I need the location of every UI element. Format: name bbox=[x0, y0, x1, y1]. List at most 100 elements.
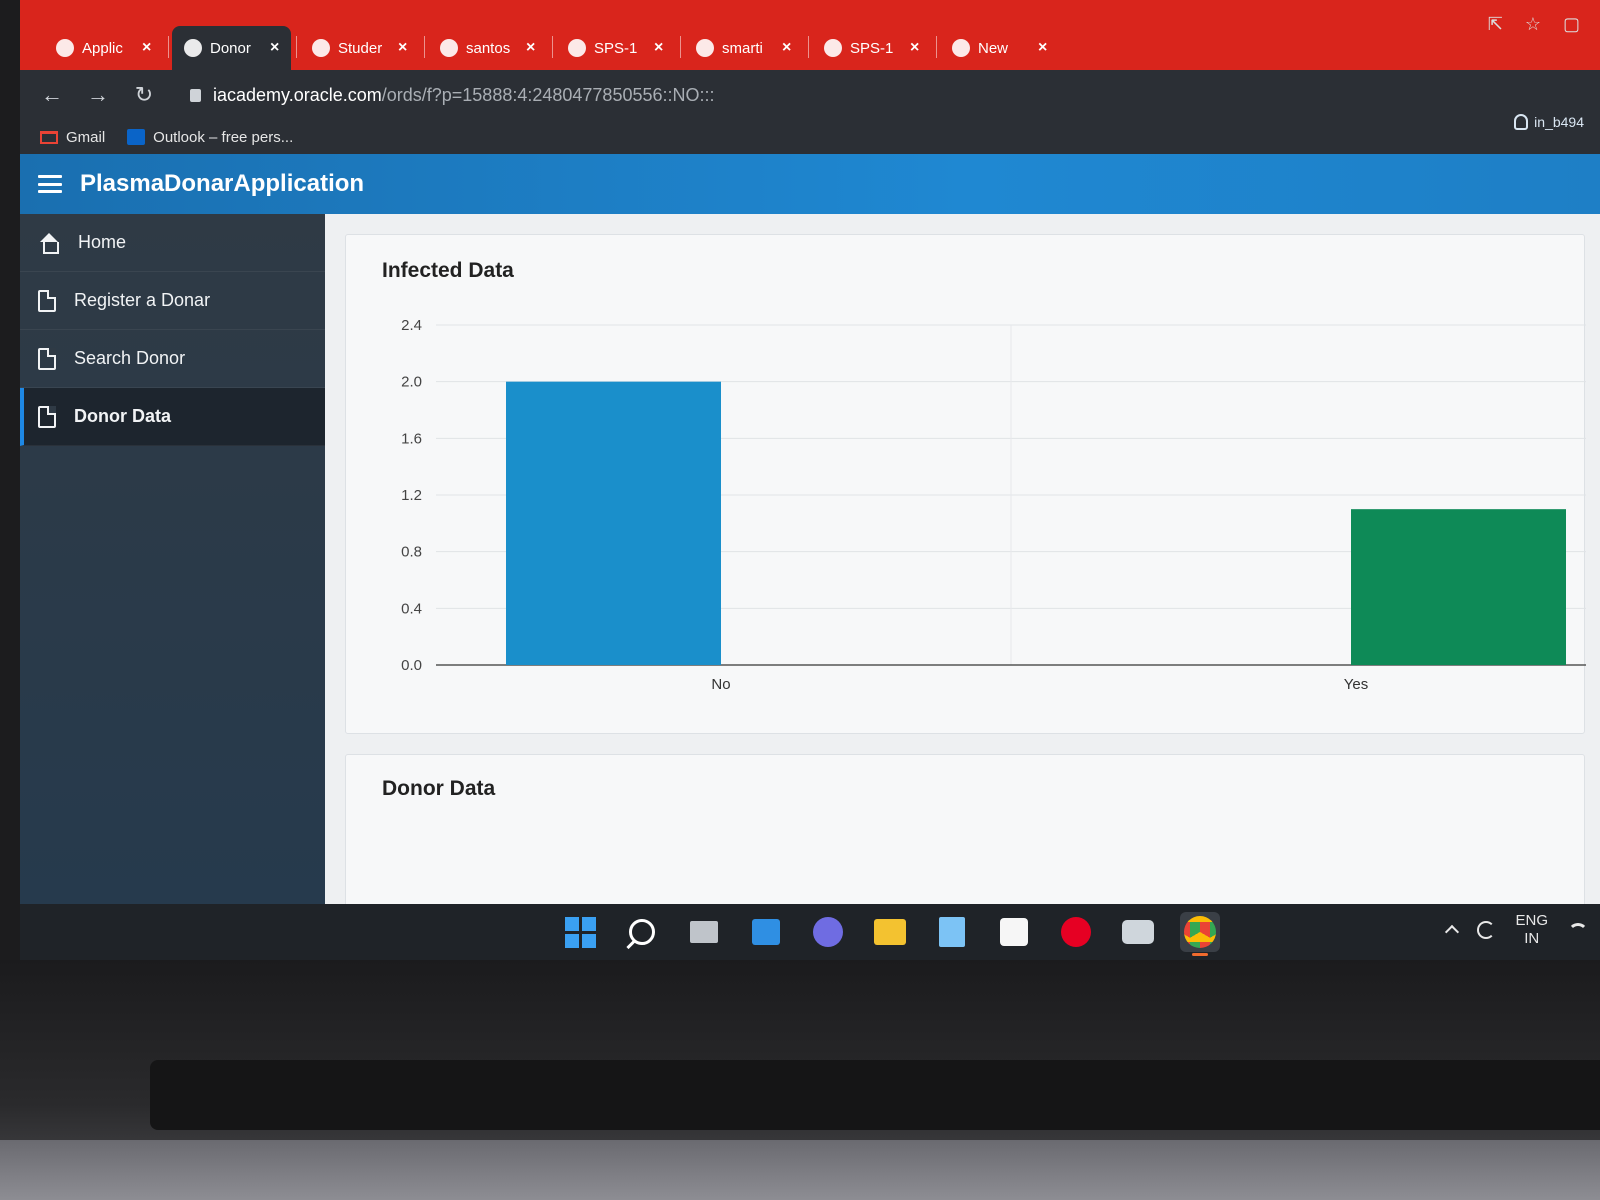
bookmark-label: Gmail bbox=[66, 128, 106, 146]
browser-tab[interactable]: Applic × bbox=[44, 26, 163, 70]
bookmark-outlook[interactable]: Outlook – free pers... bbox=[127, 129, 293, 146]
camera-icon bbox=[1122, 920, 1154, 944]
close-icon[interactable]: × bbox=[398, 39, 407, 57]
chevron-up-icon[interactable] bbox=[1445, 924, 1460, 940]
browser-tab[interactable]: New × bbox=[940, 26, 1059, 70]
outlook-icon bbox=[127, 129, 146, 145]
y-tick-label: 2.0 bbox=[401, 374, 422, 391]
chrome-icon bbox=[1184, 916, 1216, 948]
bar-yes bbox=[1351, 509, 1566, 665]
tabstrip-actions: ⇱ ☆ ▢ bbox=[1488, 14, 1580, 35]
browser-tab[interactable]: santos × bbox=[428, 26, 547, 70]
taskbar-search-button[interactable] bbox=[622, 912, 662, 952]
task-view-icon bbox=[690, 921, 718, 943]
user-name: in_b494 bbox=[1534, 114, 1584, 130]
gmail-icon bbox=[40, 130, 58, 144]
browser-tab[interactable]: Donor × bbox=[172, 26, 292, 70]
chrome-button[interactable] bbox=[1180, 912, 1220, 956]
share-icon[interactable]: ⇱ bbox=[1488, 14, 1503, 35]
favicon-icon bbox=[184, 39, 202, 57]
task-view-button[interactable] bbox=[684, 912, 724, 952]
browser-tab[interactable]: smarti × bbox=[684, 26, 803, 70]
url-path: /ords/f?p=15888:4:2480477850556::NO::: bbox=[381, 84, 715, 105]
tab-title: Studer bbox=[338, 39, 383, 57]
home-icon bbox=[38, 232, 60, 254]
laptop-hinge bbox=[150, 1060, 1600, 1130]
user-menu[interactable]: in_b494 bbox=[1514, 114, 1584, 130]
browser-tab[interactable]: Studer × bbox=[300, 26, 419, 70]
pinterest-button[interactable] bbox=[1056, 912, 1096, 952]
language-indicator[interactable]: ENG IN bbox=[1515, 912, 1548, 948]
bookmark-gmail[interactable]: Gmail bbox=[40, 129, 105, 146]
infected-data-chart: 0.0 0.4 0.8 1.2 1.6 2.0 2.4 No Yes bbox=[401, 317, 1586, 693]
close-icon[interactable]: × bbox=[654, 39, 663, 57]
wifi-icon[interactable] bbox=[1568, 923, 1588, 937]
app-title[interactable]: PlasmaDonarApplication bbox=[80, 170, 364, 198]
notepad-button[interactable] bbox=[932, 912, 972, 952]
start-button[interactable] bbox=[560, 912, 600, 952]
reload-icon[interactable]: ↻ bbox=[132, 82, 156, 108]
browser-tab[interactable]: SPS-1 × bbox=[812, 26, 931, 70]
close-icon[interactable]: × bbox=[526, 39, 535, 57]
pinterest-icon bbox=[1061, 917, 1091, 947]
windows-taskbar: ENG IN bbox=[20, 904, 1600, 960]
folder-icon bbox=[874, 919, 906, 945]
page-icon bbox=[38, 289, 56, 312]
x-tick-label: No bbox=[711, 676, 730, 693]
favicon-icon bbox=[312, 39, 330, 57]
user-icon bbox=[1514, 114, 1529, 130]
y-tick-label: 0.4 bbox=[401, 600, 422, 617]
address-bar[interactable]: iacademy.oracle.com/ords/f?p=15888:4:248… bbox=[190, 85, 715, 106]
sidebar-item[interactable]: Register a Donar bbox=[20, 272, 325, 330]
tab-title: SPS-1 bbox=[594, 39, 638, 57]
close-icon[interactable]: × bbox=[1038, 39, 1047, 57]
favicon-icon bbox=[440, 39, 458, 57]
sidebar-item[interactable]: Donor Data bbox=[20, 388, 325, 446]
y-tick-label: 2.4 bbox=[401, 317, 422, 334]
favicon-icon bbox=[696, 39, 714, 57]
lang-top: ENG bbox=[1515, 912, 1548, 929]
hamburger-icon[interactable] bbox=[38, 175, 62, 193]
y-tick-label: 1.2 bbox=[401, 487, 422, 504]
close-icon[interactable]: × bbox=[142, 39, 151, 57]
store-button[interactable] bbox=[994, 912, 1034, 952]
tab-separator bbox=[296, 36, 297, 58]
bar-no bbox=[506, 381, 721, 665]
store-icon bbox=[1000, 918, 1028, 946]
favicon-icon bbox=[952, 39, 970, 57]
sidebar-item-label: Donor Data bbox=[74, 406, 172, 426]
back-icon[interactable]: ← bbox=[40, 82, 64, 108]
browser-tab[interactable]: SPS-1 × bbox=[556, 26, 675, 70]
tab-separator bbox=[936, 36, 937, 58]
window-icon[interactable]: ▢ bbox=[1563, 14, 1580, 35]
camera-button[interactable] bbox=[1118, 912, 1158, 952]
close-icon[interactable]: × bbox=[782, 39, 791, 57]
sidebar-item-label: Home bbox=[78, 232, 127, 252]
sidebar-item[interactable]: Home bbox=[20, 214, 325, 272]
system-tray: ENG IN bbox=[1445, 912, 1588, 948]
search-icon bbox=[629, 919, 655, 945]
laptop-screen: Applic × Donor × Studer × santos × SPS-1 × smarti ×… bbox=[20, 0, 1600, 960]
widgets-button[interactable] bbox=[746, 912, 786, 952]
sync-icon[interactable] bbox=[1477, 921, 1496, 939]
browser-tabstrip: Applic × Donor × Studer × santos × SPS-1 × smarti ×… bbox=[20, 0, 1600, 76]
star-icon[interactable]: ☆ bbox=[1525, 14, 1541, 35]
tab-separator bbox=[424, 36, 425, 58]
chart-region: Infected Data 0.0 0.4 0.8 1.2 1.6 2.0 2.4 No Yes bbox=[345, 234, 1586, 734]
close-icon[interactable]: × bbox=[910, 39, 919, 57]
widgets-icon bbox=[752, 919, 780, 945]
tab-title: Applic bbox=[82, 39, 123, 57]
chat-button[interactable] bbox=[808, 912, 848, 952]
windows-icon bbox=[564, 916, 596, 948]
tab-title: smarti bbox=[722, 39, 763, 57]
app-header: PlasmaDonarApplication in_b494 bbox=[20, 114, 1600, 214]
sidebar-item[interactable]: Search Donor bbox=[20, 330, 325, 388]
file-explorer-button[interactable] bbox=[870, 912, 910, 952]
forward-icon[interactable]: → bbox=[86, 82, 110, 108]
sidebar-item-label: Search Donor bbox=[74, 348, 186, 368]
tab-separator bbox=[552, 36, 553, 58]
sidebar-item-label: Register a Donar bbox=[74, 290, 211, 310]
laptop-keyboard-edge bbox=[0, 1140, 1600, 1200]
bookmarks-bar: Gmail Outlook – free pers... bbox=[20, 120, 1600, 154]
close-icon[interactable]: × bbox=[270, 39, 279, 57]
